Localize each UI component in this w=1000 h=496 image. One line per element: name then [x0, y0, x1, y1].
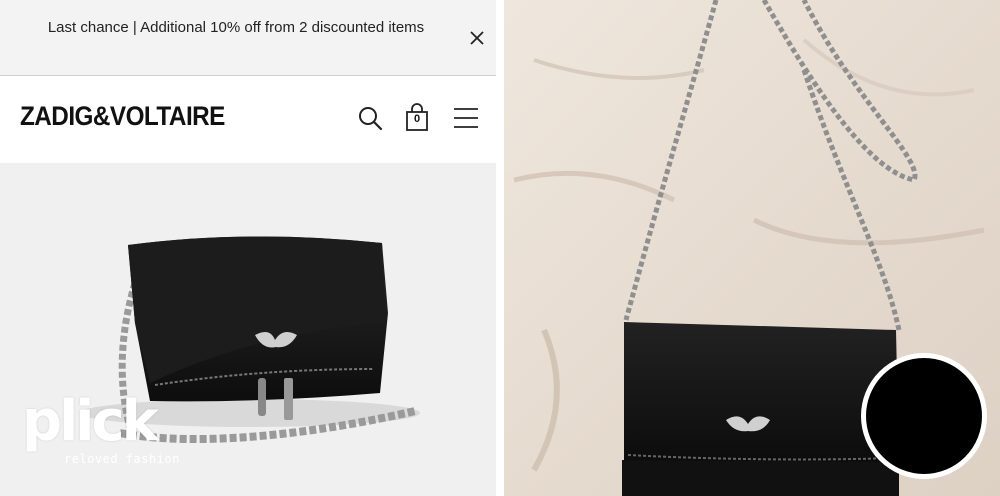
black-color-swatch [861, 353, 987, 479]
close-icon[interactable] [466, 27, 488, 49]
search-icon[interactable] [355, 103, 385, 133]
cart-count: 0 [413, 113, 421, 125]
plick-tagline: reloved fashion [64, 452, 180, 466]
promo-text: Last chance | Additional 10% off from 2 … [47, 19, 425, 36]
plick-logo: plick [22, 389, 159, 454]
website-screenshot: Last chance | Additional 10% off from 2 … [0, 0, 496, 496]
site-header: ZADIG&VOLTAIRE 0 [0, 77, 496, 163]
promo-banner: Last chance | Additional 10% off from 2 … [0, 0, 496, 76]
hamburger-menu-icon[interactable] [451, 103, 481, 133]
brand-logo[interactable]: ZADIG&VOLTAIRE [20, 101, 225, 132]
shopping-bag-button[interactable]: 0 [403, 103, 433, 133]
plick-watermark: plick reloved fashion [22, 392, 197, 482]
panel-divider [496, 0, 504, 496]
